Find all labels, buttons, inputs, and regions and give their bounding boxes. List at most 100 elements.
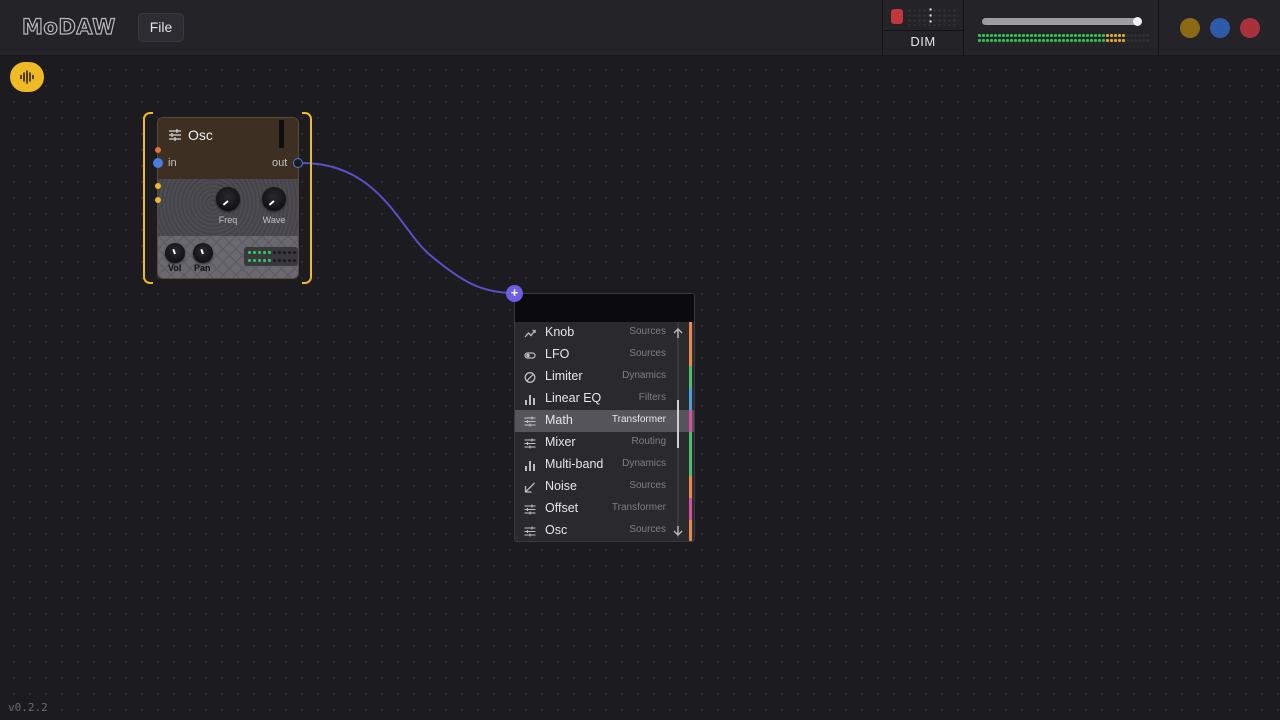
freq-knob[interactable] (216, 187, 240, 211)
meter-led (1110, 39, 1113, 42)
meter-led (1010, 39, 1013, 42)
menu-item-category: Sources (629, 524, 666, 535)
meter-led (1066, 34, 1069, 37)
waveform-button[interactable] (10, 62, 44, 92)
record-indicator[interactable] (891, 9, 903, 24)
meter-led (1038, 34, 1041, 37)
menu-item-name: Knob (545, 325, 575, 339)
window-dot-yellow[interactable] (1180, 18, 1200, 38)
slider-thumb[interactable] (1132, 17, 1142, 26)
meter-led (1110, 34, 1113, 37)
category-color-stripe (689, 498, 692, 520)
sliders-icon (524, 416, 536, 427)
meter-led (1058, 34, 1061, 37)
module-level-meter (279, 120, 284, 148)
vol-knob[interactable] (165, 243, 185, 263)
menu-item-lfo[interactable]: LFO Sources (515, 344, 694, 366)
menu-item-offset[interactable]: Offset Transformer (515, 498, 694, 520)
module-search-input[interactable] (515, 294, 694, 322)
menu-item-category: Sources (629, 480, 666, 491)
wave-knob[interactable] (262, 187, 286, 211)
meter-led (1142, 39, 1145, 42)
arrow-down-icon[interactable] (672, 525, 684, 537)
meter-led (1018, 34, 1021, 37)
menu-item-noise[interactable]: Noise Sources (515, 476, 694, 498)
modulation-dot-yellow-2[interactable] (155, 197, 161, 203)
meter-led (1122, 34, 1125, 37)
category-color-stripe (689, 366, 692, 388)
meter-led (1090, 39, 1093, 42)
window-dot-blue[interactable] (1210, 18, 1230, 38)
more-options-icon[interactable]: · · · (926, 2, 936, 28)
menu-item-category: Routing (631, 436, 666, 447)
menu-item-multi-band[interactable]: Multi-band Dynamics (515, 454, 694, 476)
meter-led (1034, 39, 1037, 42)
dim-button[interactable]: DIM (883, 34, 963, 49)
meter-led (1038, 39, 1041, 42)
menu-item-name: Linear EQ (545, 391, 602, 405)
module-led (273, 259, 276, 262)
category-color-stripe (689, 454, 692, 476)
module-led (268, 259, 271, 262)
menu-item-math[interactable]: Math Transformer (515, 410, 694, 432)
meter-led (990, 34, 993, 37)
meter-led (978, 39, 981, 42)
window-dot-red[interactable] (1240, 18, 1260, 38)
input-port[interactable] (153, 158, 163, 168)
meter-led (1146, 39, 1149, 42)
file-menu-button[interactable]: File (138, 13, 184, 42)
meter-led (1002, 39, 1005, 42)
menu-scrollbar-thumb[interactable] (677, 400, 679, 448)
output-port[interactable] (293, 158, 303, 168)
meter-led (1098, 34, 1101, 37)
meter-led (1030, 34, 1033, 37)
modulation-dot-yellow[interactable] (155, 183, 161, 189)
modulation-dot-orange[interactable] (155, 147, 161, 153)
patch-cable (301, 162, 515, 294)
meter-led (1062, 34, 1065, 37)
meter-led (1010, 34, 1013, 37)
meter-led (1074, 34, 1077, 37)
meter-led (1086, 34, 1089, 37)
master-volume-slider[interactable] (982, 17, 1142, 26)
module-led (283, 251, 286, 254)
menu-item-name: Mixer (545, 435, 576, 449)
menu-item-name: Math (545, 413, 573, 427)
meter-led (990, 39, 993, 42)
pan-knob[interactable] (193, 243, 213, 263)
module-body: Freq Wave (158, 179, 298, 236)
module-title: Osc (188, 127, 213, 143)
menu-item-category: Transformer (611, 502, 666, 513)
meter-led (978, 34, 981, 37)
meter-led (1042, 39, 1045, 42)
meter-led (1002, 34, 1005, 37)
module-led (283, 259, 286, 262)
menu-item-limiter[interactable]: Limiter Dynamics (515, 366, 694, 388)
menu-item-linear-eq[interactable]: Linear EQ Filters (515, 388, 694, 410)
meter-led (1026, 34, 1029, 37)
master-section (965, 0, 1159, 56)
arrow-up-icon[interactable] (672, 327, 684, 339)
meter-led (1006, 39, 1009, 42)
meter-led (982, 39, 985, 42)
module-led (253, 251, 256, 254)
category-color-stripe (689, 476, 692, 498)
meter-led (1134, 39, 1137, 42)
input-port-label: in (168, 157, 177, 169)
osc-module[interactable]: Osc in out Freq Wave Vol Pan (157, 117, 299, 279)
arrow-down-left-icon (524, 482, 535, 493)
meter-led (1042, 34, 1045, 37)
app-logo: MoDAW (21, 14, 116, 39)
menu-item-mixer[interactable]: Mixer Routing (515, 432, 694, 454)
menu-item-knob[interactable]: Knob Sources (515, 322, 694, 344)
version-label: v0.2.2 (8, 701, 48, 714)
meter-led (1118, 34, 1121, 37)
meter-led (1018, 39, 1021, 42)
menu-item-osc[interactable]: Osc Sources (515, 520, 694, 541)
meter-led (1066, 39, 1069, 42)
cable-endpoint[interactable]: + (506, 285, 523, 302)
menu-item-name: Limiter (545, 369, 583, 383)
pan-knob-label: Pan (194, 263, 211, 273)
module-header[interactable]: Osc in out (158, 118, 298, 179)
module-led (293, 251, 296, 254)
